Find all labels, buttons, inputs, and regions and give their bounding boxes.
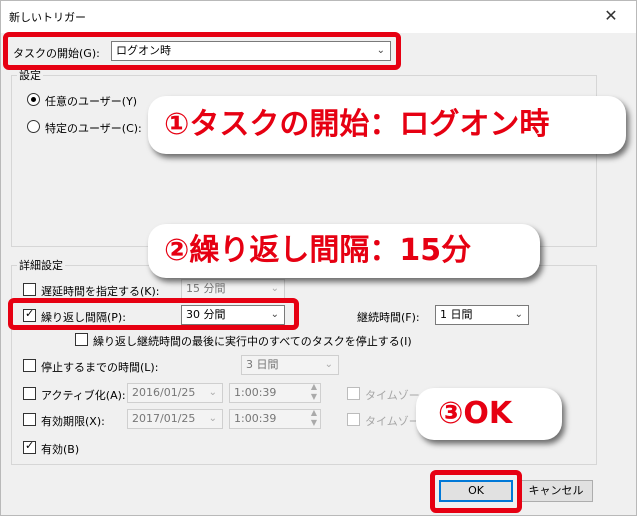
specific-user-label: 特定のユーザー(C):: [45, 122, 142, 135]
expire-date-picker[interactable]: 2017/01/25 ⌄: [127, 409, 223, 429]
activate-date-picker[interactable]: 2016/01/25 ⌄: [127, 383, 223, 403]
highlight-start-task: [3, 32, 401, 70]
specific-user-radio[interactable]: [27, 120, 40, 133]
chevron-down-icon: ⌄: [514, 309, 523, 320]
callout-start-task: ①タスクの開始：ログオン時: [148, 96, 626, 154]
activate-checkbox[interactable]: [23, 387, 36, 400]
highlight-repeat-interval: [8, 298, 299, 330]
delay-value: 15 分間: [186, 282, 226, 295]
activate-timezone-checkbox[interactable]: [347, 387, 360, 400]
duration-value: 1 日間: [440, 308, 473, 321]
expire-timezone-checkbox[interactable]: [347, 413, 360, 426]
delay-label: 遅延時間を指定する(K):: [41, 285, 160, 298]
chevron-down-icon: ⌄: [324, 359, 333, 370]
chevron-down-icon: ⌄: [208, 387, 217, 398]
stop-running-checkbox[interactable]: [75, 333, 88, 346]
window-title: 新しいトリガー: [9, 11, 86, 24]
expire-label: 有効期限(X):: [41, 415, 105, 428]
delay-checkbox[interactable]: [23, 283, 36, 296]
callout-repeat-interval-text: ②繰り返し間隔：15分: [164, 233, 472, 268]
chevron-down-icon: ⌄: [270, 283, 279, 294]
expire-timezone-label: タイムゾー: [365, 415, 420, 428]
stop-after-dropdown[interactable]: 3 日間 ⌄: [241, 355, 339, 375]
spinner-arrows-icon: ▲ ▼: [310, 382, 317, 401]
cancel-button[interactable]: キャンセル: [519, 480, 593, 502]
stop-after-label: 停止するまでの時間(L):: [41, 361, 159, 374]
enabled-label: 有効(B): [41, 443, 80, 456]
callout-ok-text: ③OK: [438, 396, 513, 431]
any-user-label: 任意のユーザー(Y): [45, 95, 138, 108]
activate-time-value: 1:00:39: [234, 386, 277, 399]
activate-timezone-label: タイムゾー: [365, 389, 420, 402]
any-user-radio[interactable]: [27, 93, 40, 106]
stop-running-label: 繰り返し継続時間の最後に実行中のすべてのタスクを停止する(I): [93, 335, 412, 348]
enabled-checkbox[interactable]: [23, 439, 36, 454]
callout-start-task-text: ①タスクの開始：ログオン時: [164, 107, 550, 142]
expire-time-spinner[interactable]: 1:00:39 ▲ ▼: [229, 408, 321, 429]
stop-after-checkbox[interactable]: [23, 359, 36, 372]
expire-date-value: 2017/01/25: [132, 412, 196, 425]
activate-label: アクティブ化(A):: [41, 389, 126, 402]
expire-checkbox[interactable]: [23, 413, 36, 426]
close-icon[interactable]: ✕: [596, 5, 626, 27]
duration-label: 継続時間(F):: [357, 311, 420, 324]
activate-date-value: 2016/01/25: [132, 386, 196, 399]
duration-dropdown[interactable]: 1 日間 ⌄: [435, 305, 529, 325]
stop-after-value: 3 日間: [246, 358, 279, 371]
delay-dropdown[interactable]: 15 分間 ⌄: [181, 279, 285, 299]
highlight-ok-button: [430, 470, 522, 513]
advanced-group-label: 詳細設定: [17, 257, 65, 273]
activate-time-spinner[interactable]: 1:00:39 ▲ ▼: [229, 382, 321, 403]
spinner-arrows-icon: ▲ ▼: [310, 408, 317, 427]
title-bar: 新しいトリガー ✕: [1, 1, 636, 33]
chevron-down-icon: ⌄: [208, 413, 217, 424]
expire-time-value: 1:00:39: [234, 412, 277, 425]
callout-ok: ③OK: [416, 388, 562, 440]
callout-repeat-interval: ②繰り返し間隔：15分: [148, 224, 540, 278]
